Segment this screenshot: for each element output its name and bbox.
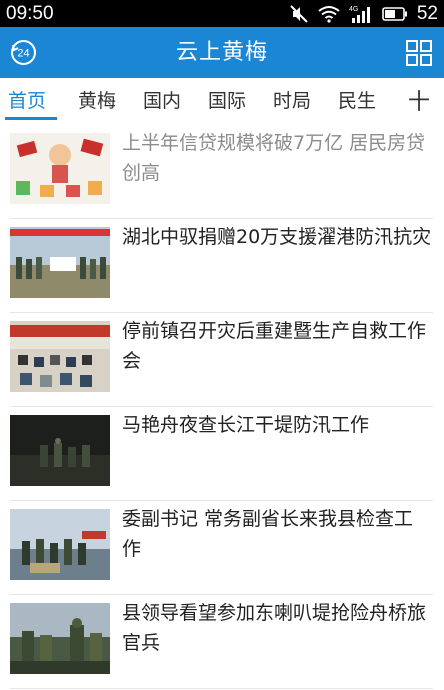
news-headline: 马艳舟夜查长江干堤防汛工作: [122, 414, 370, 436]
status-time: 09:50: [6, 3, 54, 24]
tab-domestic[interactable]: 国内: [143, 86, 181, 113]
news-item[interactable]: 县领导看望参加东喇叭堤抢险舟桥旅官兵: [10, 594, 433, 689]
app-title: 云上黄梅: [175, 40, 268, 65]
news-headline: 湖北中驭捐赠20万支援濯港防汛抗灾: [122, 226, 432, 248]
tab-international[interactable]: 国际: [208, 86, 246, 113]
signal-4g-icon: 4G: [349, 6, 370, 23]
news-thumbnail: [10, 603, 110, 674]
status-bar: 09:50 4G 52: [0, 0, 444, 27]
battery-level: 52: [416, 2, 438, 24]
news-headline: 停前镇召开灾后重建暨生产自救工作会: [122, 320, 427, 372]
news-item[interactable]: 上半年信贷规模将破7万亿 居民房贷创高: [10, 124, 433, 219]
svg-text:4G: 4G: [349, 6, 358, 13]
tab-home[interactable]: 首页: [8, 86, 46, 113]
news-item[interactable]: 委副书记 常务副省长来我县检查工作: [10, 500, 433, 595]
tab-current-affairs[interactable]: 时局: [273, 86, 311, 113]
status-icons: 4G 52: [289, 3, 438, 24]
category-tabs: 首页 黄梅 国内 国际 时局 民生 十: [0, 78, 444, 124]
news-thumbnail: [10, 509, 110, 580]
tab-livelihood[interactable]: 民生: [338, 86, 376, 113]
news-thumbnail: [10, 321, 110, 392]
add-tab-button[interactable]: 十: [408, 84, 430, 116]
grid-menu-icon[interactable]: [406, 40, 432, 66]
news-thumbnail: [10, 133, 110, 204]
news-thumbnail: [10, 415, 110, 486]
news-thumbnail: [10, 227, 110, 298]
news-headline: 委副书记 常务副省长来我县检查工作: [122, 508, 414, 560]
news-item[interactable]: 湖北中驭捐赠20万支援濯港防汛抗灾: [10, 218, 433, 313]
tab-huangmei[interactable]: 黄梅: [78, 86, 116, 113]
app-header: 24 云上黄梅: [0, 27, 444, 78]
news-headline: 县领导看望参加东喇叭堤抢险舟桥旅官兵: [122, 602, 427, 654]
news-item[interactable]: 马艳舟夜查长江干堤防汛工作: [10, 406, 433, 501]
news-item[interactable]: 停前镇召开灾后重建暨生产自救工作会: [10, 312, 433, 407]
wifi-icon: [318, 5, 340, 23]
battery-icon: [382, 6, 407, 21]
active-tab-indicator: [5, 117, 57, 120]
news-headline: 上半年信贷规模将破7万亿 居民房贷创高: [122, 132, 426, 184]
mute-icon: [290, 4, 308, 23]
